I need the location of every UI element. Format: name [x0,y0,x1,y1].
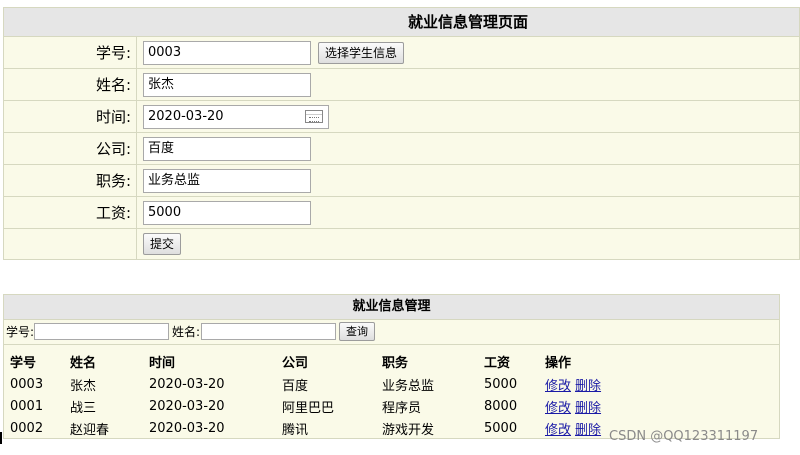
salary-input[interactable]: 5000 [143,201,311,225]
company-label: 公司: [95,140,131,158]
cell-name: 赵迎春 [70,422,110,438]
employment-table: 学号 姓名 时间 公司 职务 工资 操作 0003 张杰 2020-03-20 … [10,349,625,439]
cell-position: 游戏开发 [382,422,435,438]
cell-company: 百度 [282,378,309,394]
employment-form-panel: 就业信息管理页面 学号: 0003 选择学生信息 姓名: 张杰 时间: 2020… [3,7,800,260]
cell-name: 张杰 [70,378,97,394]
name-label: 姓名: [95,76,131,94]
cell-salary: 8000 [484,398,518,414]
column-header: 公司 [282,355,309,371]
form-row-name: 姓名: 张杰 [4,69,799,101]
delete-link[interactable]: 删除 [575,379,601,394]
search-button[interactable]: 查询 [339,322,375,341]
table-row: 0003 张杰 2020-03-20 百度 业务总监 5000 修改 删除 [10,373,625,395]
cell-time: 2020-03-20 [149,398,225,414]
cell-position: 业务总监 [382,378,435,394]
cell-salary: 5000 [484,376,518,392]
employment-list-panel: 就业信息管理 学号: 姓名: 查询 学号 姓名 时间 公司 职务 工资 操作 0… [3,294,780,439]
divider [136,101,137,132]
column-header: 姓名 [70,355,97,371]
form-row-submit: 提交 [4,229,799,259]
divider [136,133,137,164]
divider [136,37,137,68]
student-id-input[interactable]: 0003 [143,41,311,65]
search-student-id-label: 学号: [6,325,35,339]
table-header-row: 学号 姓名 时间 公司 职务 工资 操作 [10,349,625,373]
form-row-time: 时间: 2020-03-20 [4,101,799,133]
form-row-position: 职务: 业务总监 [4,165,799,197]
form-row-company: 公司: 百度 [4,133,799,165]
column-header: 职务 [382,355,409,371]
edit-link[interactable]: 修改 [545,401,571,416]
column-header: 时间 [149,355,176,371]
divider [136,197,137,228]
search-name-label: 姓名: [172,325,201,339]
edit-link[interactable]: 修改 [545,379,571,394]
text-cursor [0,432,2,444]
list-title: 就业信息管理 [4,295,779,320]
position-input[interactable]: 业务总监 [143,169,311,193]
column-header: 工资 [484,355,511,371]
column-header: 操作 [545,355,572,371]
name-input[interactable]: 张杰 [143,73,311,97]
delete-link[interactable]: 删除 [575,401,601,416]
time-value: 2020-03-20 [148,109,224,124]
time-label: 时间: [95,108,131,126]
submit-button[interactable]: 提交 [143,233,182,255]
cell-id: 0002 [10,420,44,436]
watermark: CSDN @QQ123311197 [609,429,759,444]
delete-link[interactable]: 删除 [575,423,601,438]
search-bar: 学号: 姓名: 查询 [4,320,779,345]
form-row-student-id: 学号: 0003 选择学生信息 [4,37,799,69]
column-header: 学号 [10,355,37,371]
cell-id: 0001 [10,398,44,414]
cell-salary: 5000 [484,420,518,436]
form-title: 就业信息管理页面 [407,13,528,31]
cell-company: 腾讯 [282,422,309,438]
table-row: 0001 战三 2020-03-20 阿里巴巴 程序员 8000 修改 删除 [10,395,625,417]
student-id-label: 学号: [95,44,131,62]
divider [136,229,137,259]
search-name-input[interactable] [201,323,336,340]
divider [136,69,137,100]
salary-label: 工资: [95,204,131,222]
edit-link[interactable]: 修改 [545,423,571,438]
cell-name: 战三 [70,400,97,416]
cell-time: 2020-03-20 [149,376,225,392]
cell-time: 2020-03-20 [149,420,225,436]
cell-id: 0003 [10,376,44,392]
company-input[interactable]: 百度 [143,137,311,161]
cell-position: 程序员 [382,400,422,416]
form-row-salary: 工资: 5000 [4,197,799,229]
table-row: 0002 赵迎春 2020-03-20 腾讯 游戏开发 5000 修改 删除 [10,417,625,439]
divider [136,165,137,196]
cell-company: 阿里巴巴 [282,400,335,416]
position-label: 职务: [95,172,131,190]
search-student-id-input[interactable] [34,323,169,340]
cell-actions: 修改 删除 [545,373,625,395]
time-input[interactable]: 2020-03-20 [143,105,329,129]
calendar-icon[interactable] [305,110,323,123]
form-header: 就业信息管理页面 [4,8,799,37]
cell-actions: 修改 删除 [545,395,625,417]
select-student-button[interactable]: 选择学生信息 [318,42,405,64]
